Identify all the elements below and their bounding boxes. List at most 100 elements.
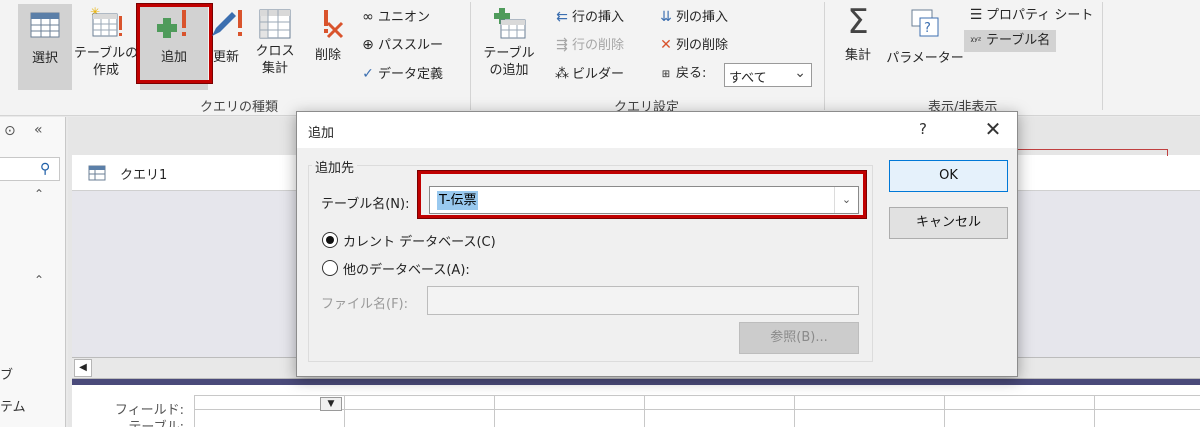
- ribbon: 選択 ✳ テーブルの 作成 追加 更新 クロス 集計 削除 ∞ ユニオン ⊕ パ…: [0, 0, 1200, 116]
- union-icon: ∞: [362, 9, 374, 25]
- query-type-group-label: クエリの種類: [200, 100, 279, 115]
- return-values-icon: ⊞: [661, 69, 671, 80]
- select-query-label: 選択: [31, 51, 58, 66]
- globe-icon: ⊕: [362, 37, 374, 53]
- show-table-label-2: の追加: [489, 63, 529, 78]
- return-values-label: 戻る:: [676, 66, 707, 81]
- property-sheet-button[interactable]: ☰ プロパティ シート: [966, 4, 1094, 26]
- grid-column[interactable]: [794, 395, 944, 427]
- group-collapse-icon[interactable]: ⌃: [34, 187, 44, 201]
- insert-rows-icon: ⇇: [556, 9, 568, 25]
- totals-button[interactable]: Σ 集計: [836, 4, 880, 90]
- table-names-icon: ᵡʸᶻ: [970, 36, 982, 47]
- other-database-radio[interactable]: [322, 260, 338, 276]
- totals-label: 集計: [844, 48, 871, 63]
- parameters-label: パラメーター: [886, 51, 964, 66]
- query-tab-outline: [1016, 149, 1168, 156]
- passthrough-query-button[interactable]: ⊕ パススルー: [358, 34, 443, 56]
- sigma-icon: Σ: [847, 2, 869, 42]
- delete-query-label: 削除: [314, 48, 341, 63]
- insert-columns-button[interactable]: ⇊ 列の挿入: [656, 6, 728, 28]
- builder-label: ビルダー: [572, 67, 625, 82]
- nav-search-input[interactable]: [0, 157, 60, 181]
- other-database-label[interactable]: 他のデータベース(A):: [343, 259, 470, 278]
- data-definition-button[interactable]: ✓ データ定義: [358, 63, 443, 85]
- file-name-input[interactable]: [427, 286, 859, 315]
- collapse-nav-icon[interactable]: «: [34, 122, 43, 138]
- file-name-label: ファイル名(F):: [321, 297, 409, 312]
- update-query-button[interactable]: 更新: [206, 4, 246, 90]
- insert-rows-label: 行の挿入: [572, 10, 625, 25]
- group-collapse-icon[interactable]: ⌃: [34, 273, 44, 287]
- current-database-label[interactable]: カレント データベース(C): [343, 231, 496, 250]
- group-separator: [1102, 2, 1103, 110]
- append-to-group-label: 追加先: [312, 157, 358, 176]
- dialog-title: 追加: [308, 126, 335, 141]
- grid-column[interactable]: [944, 395, 1094, 427]
- select-query-button[interactable]: 選択: [18, 4, 72, 90]
- grid-column[interactable]: [344, 395, 494, 427]
- close-icon[interactable]: ✕: [973, 116, 1013, 144]
- crosstab-label-1: クロス: [255, 44, 295, 59]
- table-name-label: テーブル名(N):: [321, 197, 410, 212]
- group-separator: [824, 2, 825, 110]
- insert-rows-button[interactable]: ⇇ 行の挿入: [552, 6, 624, 28]
- passthrough-label: パススルー: [378, 38, 444, 53]
- append-highlight-box: [137, 4, 212, 83]
- nav-item-1[interactable]: ブ: [0, 364, 13, 383]
- nav-item-2[interactable]: テム: [0, 396, 26, 415]
- grid-column[interactable]: [494, 395, 644, 427]
- field-dropdown-icon[interactable]: ▼: [320, 397, 342, 411]
- query-tab-title: クエリ1: [120, 168, 168, 183]
- make-table-icon: ✳: [90, 6, 122, 37]
- return-values-value: すべて: [729, 71, 767, 86]
- insert-columns-label: 列の挿入: [676, 10, 729, 25]
- grid-column[interactable]: [1094, 395, 1200, 427]
- delete-columns-button[interactable]: ✕ 列の削除: [656, 34, 728, 56]
- scroll-left-icon[interactable]: ◀: [74, 359, 92, 377]
- design-grid: ▼ フィールド: テーブル:: [72, 385, 1200, 427]
- table-name-highlight-box: [418, 171, 866, 218]
- update-query-icon: [212, 10, 242, 36]
- svg-text:?: ?: [924, 21, 931, 36]
- crosstab-query-button[interactable]: クロス 集計: [252, 4, 298, 90]
- ok-button[interactable]: OK: [889, 160, 1008, 192]
- cancel-button[interactable]: キャンセル: [889, 207, 1008, 239]
- delete-rows-label: 行の削除: [572, 38, 625, 53]
- nav-menu-icon[interactable]: ⊙: [4, 123, 16, 139]
- insert-columns-icon: ⇊: [660, 9, 672, 25]
- search-icon[interactable]: ⚲: [40, 161, 50, 177]
- select-query-icon: [30, 12, 60, 38]
- crosstab-label-2: 集計: [261, 61, 288, 76]
- make-table-label-2: 作成: [92, 63, 119, 78]
- table-names-button[interactable]: ᵡʸᶻ テーブル名: [964, 30, 1057, 52]
- delete-query-button[interactable]: 削除: [306, 4, 350, 90]
- union-label: ユニオン: [378, 10, 431, 25]
- delete-rows-button[interactable]: ⇶ 行の削除: [552, 34, 624, 56]
- grid-column[interactable]: [644, 395, 794, 427]
- show-table-label-1: テーブル: [483, 46, 535, 61]
- show-table-icon: [494, 8, 526, 39]
- append-dialog: 追加 ? ✕ 追加先 テーブル名(N): T-伝票 ⌄ カレント データベース(…: [296, 111, 1018, 377]
- chevron-down-icon: ⌄: [794, 65, 806, 81]
- return-values-dropdown[interactable]: すべて ⌄: [724, 63, 812, 87]
- builder-wand-icon: ⁂: [555, 66, 569, 82]
- current-database-radio[interactable]: [322, 232, 338, 248]
- delete-columns-label: 列の削除: [676, 38, 729, 53]
- return-values-control: ⊞ 戻る:: [656, 63, 707, 85]
- show-table-button[interactable]: テーブル の追加: [478, 4, 540, 90]
- parameters-button[interactable]: ? パラメーター: [886, 4, 964, 90]
- delete-rows-icon: ⇶: [556, 37, 568, 53]
- dialog-titlebar: 追加 ? ✕: [297, 112, 1017, 148]
- help-icon[interactable]: ?: [919, 120, 927, 138]
- data-definition-label: データ定義: [378, 67, 444, 82]
- data-definition-icon: ✓: [362, 66, 374, 82]
- parameters-icon: ?: [911, 9, 939, 37]
- group-separator: [470, 2, 471, 110]
- union-query-button[interactable]: ∞ ユニオン: [358, 6, 430, 28]
- make-table-label-1: テーブルの: [73, 46, 139, 61]
- make-table-button[interactable]: ✳ テーブルの 作成: [72, 4, 140, 90]
- property-sheet-icon: ☰: [969, 7, 983, 23]
- builder-button[interactable]: ⁂ ビルダー: [552, 63, 624, 85]
- browse-button[interactable]: 参照(B)...: [739, 322, 859, 354]
